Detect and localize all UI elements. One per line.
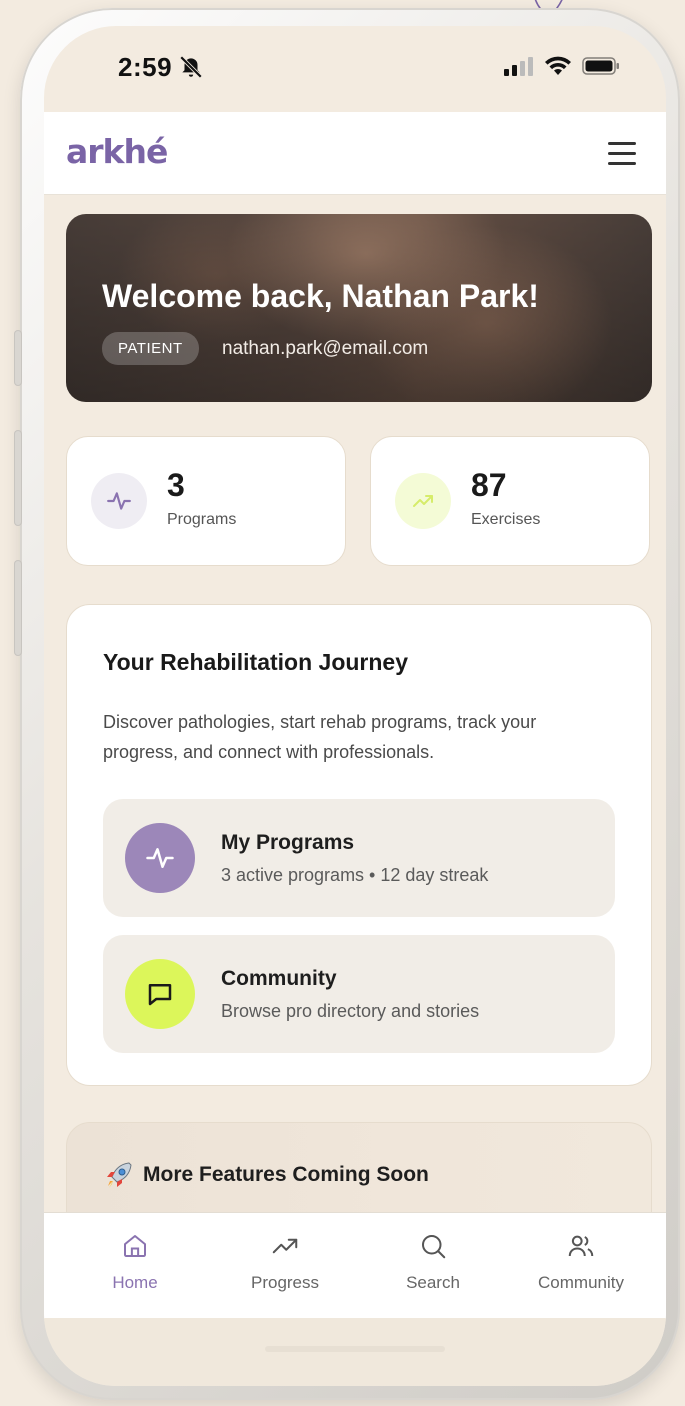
my-programs-title: My Programs — [221, 831, 355, 854]
phone-volume-down — [14, 560, 22, 656]
coming-soon-card: More Features Coming Soon — [66, 1122, 652, 1212]
tab-label: Search — [406, 1273, 460, 1292]
community-title: Community — [221, 967, 337, 990]
message-square-icon — [125, 959, 195, 1029]
stat-card-programs[interactable]: 3 Programs — [66, 436, 346, 566]
phone-screen: 2:59 arkhé Welcome back, Nathan Park! PA… — [44, 26, 666, 1386]
trending-up-icon — [272, 1238, 298, 1254]
tab-search[interactable]: Search — [358, 1213, 508, 1319]
welcome-title: Welcome back, Nathan Park! — [102, 278, 539, 314]
stat-label: Programs — [167, 511, 237, 528]
journey-description: Discover pathologies, start rehab progra… — [103, 712, 537, 762]
tab-community[interactable]: Community — [506, 1213, 656, 1319]
my-programs-link[interactable]: My Programs 3 active programs • 12 day s… — [103, 799, 615, 917]
battery-icon — [582, 57, 619, 75]
phone-side-button — [14, 330, 22, 386]
users-icon — [568, 1235, 594, 1257]
signal-icon — [504, 57, 533, 76]
coming-soon-title: More Features Coming Soon — [143, 1163, 429, 1186]
bottom-tab-bar: Home Progress Search Community — [44, 1212, 666, 1319]
tab-progress[interactable]: Progress — [210, 1213, 360, 1319]
home-indicator[interactable] — [265, 1346, 445, 1352]
community-subtitle: Browse pro directory and stories — [221, 1001, 480, 1021]
tab-home[interactable]: Home — [60, 1213, 210, 1319]
rocket-icon — [107, 1162, 132, 1188]
role-badge: PATIENT — [102, 332, 199, 365]
stat-value: 87 — [471, 467, 507, 503]
bell-muted-icon — [179, 55, 203, 79]
phone-volume-up — [14, 430, 22, 526]
hamburger-menu-icon[interactable] — [608, 140, 636, 166]
search-icon — [422, 1235, 446, 1259]
tab-label: Progress — [250, 1273, 320, 1292]
my-programs-subtitle: 3 active programs • 12 day streak — [221, 865, 489, 885]
user-email: nathan.park@email.com — [222, 338, 429, 359]
stat-label: Exercises — [471, 511, 541, 528]
status-time: 2:59 — [118, 52, 173, 82]
journey-title: Your Rehabilitation Journey — [103, 649, 408, 675]
tab-label: Home — [112, 1273, 158, 1292]
tab-label: Community — [538, 1273, 624, 1292]
app-logo[interactable]: arkhé — [66, 132, 168, 171]
activity-icon — [91, 473, 147, 529]
main-content[interactable]: Welcome back, Nathan Park! PATIENT natha… — [44, 194, 666, 1212]
status-bar: 2:59 — [44, 26, 666, 112]
stat-card-exercises[interactable]: 87 Exercises — [370, 436, 650, 566]
welcome-banner: Welcome back, Nathan Park! PATIENT natha… — [66, 214, 652, 402]
app-header: arkhé — [44, 112, 666, 195]
rehab-journey-card: Your Rehabilitation Journey Discover pat… — [66, 604, 652, 1086]
trending-up-icon — [395, 473, 451, 529]
home-icon — [124, 1235, 146, 1257]
stat-value: 3 — [167, 467, 185, 503]
wifi-icon — [545, 56, 571, 75]
community-link[interactable]: Community Browse pro directory and stori… — [103, 935, 615, 1053]
activity-icon — [125, 823, 195, 893]
bottom-safe-area — [44, 1318, 666, 1386]
